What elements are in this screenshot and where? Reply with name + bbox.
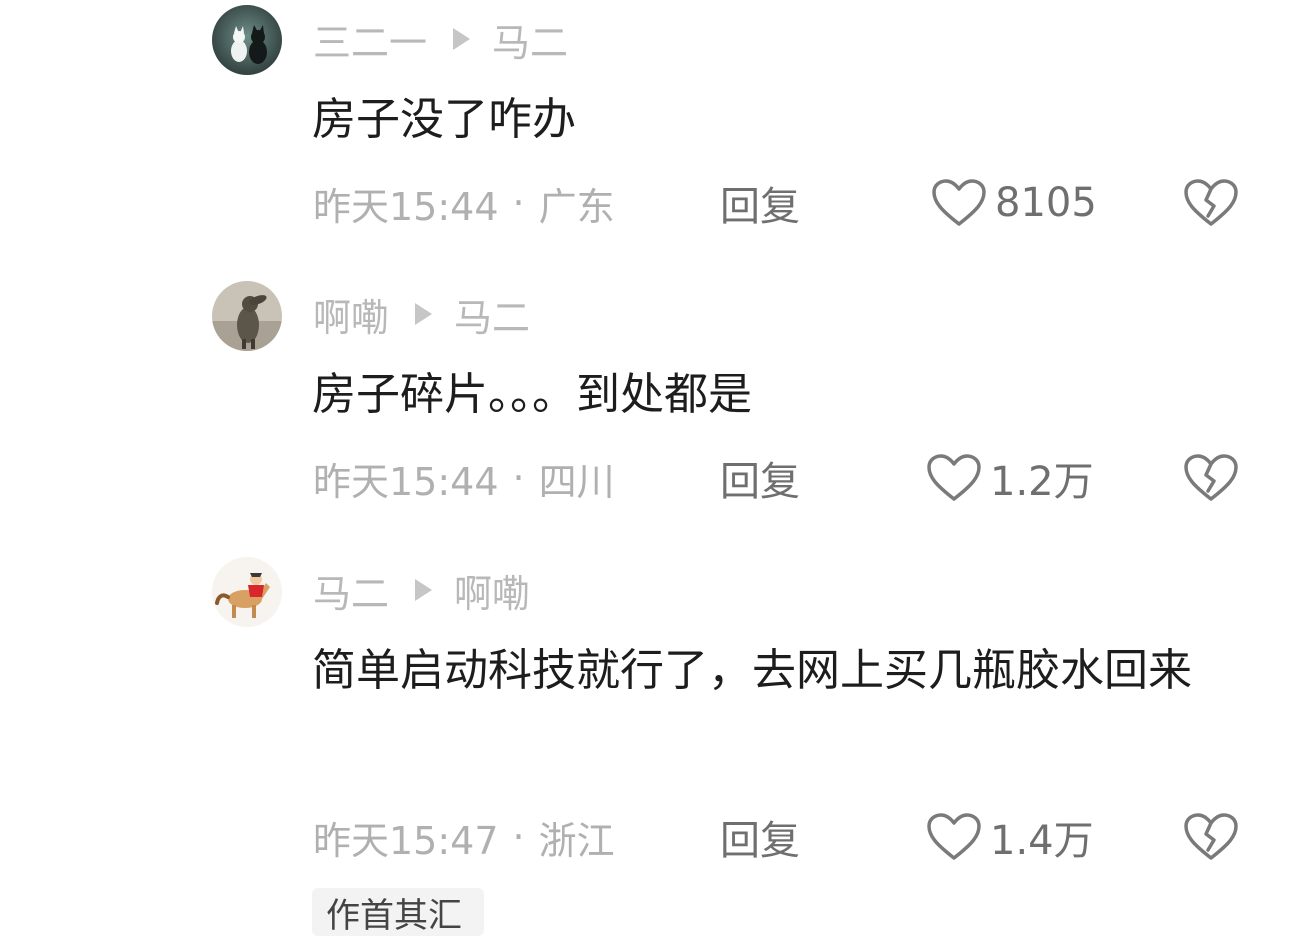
dislike-button[interactable] bbox=[1182, 176, 1240, 230]
broken-heart-icon bbox=[1184, 179, 1238, 226]
comment-location: 浙江 bbox=[538, 818, 615, 863]
comment-header: 三二一 马二 bbox=[313, 12, 568, 67]
comment-header: 马二 啊嘞 bbox=[313, 563, 530, 618]
comment-text: 房子没了咋办 bbox=[312, 94, 576, 145]
reply-button[interactable]: 回复 bbox=[720, 810, 800, 864]
like-count: 1.2万 bbox=[990, 459, 1094, 505]
broken-heart-icon bbox=[1184, 813, 1238, 860]
avatar[interactable] bbox=[212, 5, 282, 75]
comment-time: 昨天15:44 bbox=[313, 184, 499, 229]
heart-outline-icon bbox=[932, 179, 986, 226]
comment-location: 四川 bbox=[538, 459, 615, 504]
like-button[interactable]: 8105 bbox=[931, 176, 1097, 230]
comment-header: 啊嘞 马二 bbox=[313, 287, 530, 342]
play-triangle-icon bbox=[415, 303, 433, 325]
dislike-button[interactable] bbox=[1182, 810, 1240, 864]
comment-meta: 昨天15:44 · 四川 bbox=[313, 451, 615, 505]
reply-to-name[interactable]: 马二 bbox=[492, 12, 568, 67]
expand-replies-button[interactable]: 作首其汇 bbox=[312, 888, 484, 936]
avatar[interactable] bbox=[212, 281, 282, 351]
broken-heart-icon bbox=[1184, 454, 1238, 501]
comment-time: 昨天15:47 bbox=[313, 818, 499, 863]
heart-outline-icon bbox=[927, 813, 981, 860]
reply-to-name[interactable]: 马二 bbox=[454, 287, 530, 342]
comment-meta: 昨天15:47 · 浙江 bbox=[313, 810, 615, 864]
reply-button[interactable]: 回复 bbox=[720, 451, 800, 505]
heart-outline-icon bbox=[927, 454, 981, 501]
reply-button[interactable]: 回复 bbox=[720, 176, 800, 230]
like-count: 8105 bbox=[995, 180, 1097, 226]
separator-dot: · bbox=[512, 815, 525, 859]
comment-time: 昨天15:44 bbox=[313, 459, 499, 504]
play-triangle-icon bbox=[415, 579, 433, 601]
dislike-button[interactable] bbox=[1182, 451, 1240, 505]
comment-text: 简单启动科技就行了，去网上买几瓶胶水回来 bbox=[312, 645, 1192, 696]
reply-to-name[interactable]: 啊嘞 bbox=[454, 563, 530, 618]
author-name[interactable]: 马二 bbox=[313, 563, 389, 618]
author-name[interactable]: 啊嘞 bbox=[313, 287, 389, 342]
like-button[interactable]: 1.2万 bbox=[926, 451, 1094, 505]
author-name[interactable]: 三二一 bbox=[313, 12, 427, 67]
play-triangle-icon bbox=[453, 28, 471, 50]
separator-dot: · bbox=[512, 456, 525, 500]
comment-meta: 昨天15:44 · 广东 bbox=[313, 176, 615, 230]
avatar[interactable] bbox=[212, 557, 282, 627]
comment-location: 广东 bbox=[538, 184, 615, 229]
like-count: 1.4万 bbox=[990, 818, 1094, 864]
separator-dot: · bbox=[512, 181, 525, 225]
comment-text: 房子碎片。。。到处都是 bbox=[312, 369, 752, 420]
like-button[interactable]: 1.4万 bbox=[926, 810, 1094, 864]
